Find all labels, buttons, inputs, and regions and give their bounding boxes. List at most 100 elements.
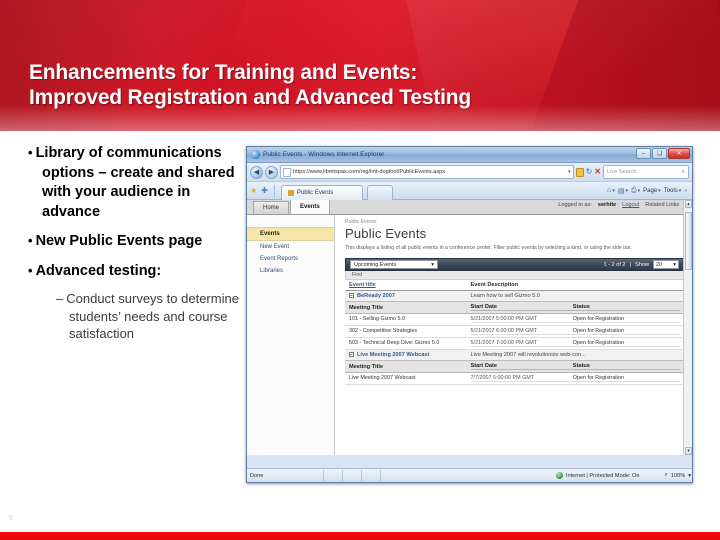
find-row[interactable]: Find: [345, 271, 684, 280]
row-inner-row: 5/21/2007 6:00:00 PM GMT Open for Regist…: [470, 328, 680, 335]
status-cell: Open for Registration: [572, 328, 680, 335]
events-table-body: − BeReady 2007 Learn how to sell Gizmo 5.…: [345, 290, 684, 385]
zoom-icon[interactable]: ⌕: [665, 472, 668, 479]
print-button[interactable]: ⎙ ▾: [631, 187, 640, 195]
sidebar-item-libraries[interactable]: Libraries: [247, 265, 334, 277]
tools-menu-label: Tools: [663, 187, 678, 194]
table-row[interactable]: 101 - Selling Gizmo 5.0 5/21/2007 5:00:0…: [345, 313, 684, 326]
collapse-icon[interactable]: −: [349, 352, 354, 358]
chevron-down-icon[interactable]: ▾: [688, 473, 691, 479]
column-header-event-title[interactable]: Event title: [345, 280, 467, 291]
start-date-cell: 5/21/2007 7:00:00 PM GMT: [470, 340, 573, 347]
show-label: Show: [635, 261, 649, 268]
result-count: 1 - 2 of 2: [603, 261, 626, 268]
row-inner-row: 5/21/2007 7:00:00 PM GMT Open for Regist…: [470, 340, 680, 347]
subheader-status: Status: [572, 363, 680, 370]
zoom-level[interactable]: 100%: [671, 473, 685, 479]
breadcrumb: Public Events: [345, 219, 377, 225]
forward-button[interactable]: ▶: [265, 165, 278, 179]
site-tab-home[interactable]: Home: [253, 201, 290, 214]
scroll-down-arrow-icon[interactable]: ▾: [685, 447, 692, 455]
group-name-cell[interactable]: − Live Meeting 2007 Webcast: [345, 349, 467, 361]
content-page-description: This displays a listing of all public ev…: [345, 245, 632, 251]
title-line-1: Enhancements for Training and Events:: [29, 61, 418, 84]
table-group-row[interactable]: − Live Meeting 2007 Webcast Live Meeting …: [345, 349, 684, 361]
related-links-label[interactable]: Related Links: [645, 202, 679, 208]
browser-status-bar: Done Internet | Protected Mode: On ⌕ 100…: [247, 468, 692, 482]
login-status-bar: Logged in as: serhite Logout Related Lin…: [558, 202, 688, 208]
show-count-select[interactable]: 20 ▾: [653, 260, 679, 269]
group-description-cell: Learn how to sell Gizmo 5.0: [466, 290, 684, 302]
site-tab-events[interactable]: Events: [290, 200, 330, 214]
sidebar-item-events[interactable]: Events: [247, 227, 334, 241]
bullet-text: New Public Events page: [35, 233, 203, 249]
collapse-icon[interactable]: −: [349, 293, 354, 299]
chevron-down-icon: ▾: [678, 187, 682, 194]
address-dropdown-icon[interactable]: ▾: [568, 169, 571, 175]
bullet-item-2: • New Public Events page: [28, 231, 243, 252]
logout-link[interactable]: Logout: [622, 202, 639, 208]
status-cell: Open for Registration: [572, 375, 680, 382]
start-date-cell: 7/7/2007 5:00:00 PM GMT: [470, 375, 573, 382]
row-inner-row: 7/7/2007 5:00:00 PM GMT Open for Registr…: [470, 375, 680, 382]
table-group-row[interactable]: − BeReady 2007 Learn how to sell Gizmo 5.…: [345, 290, 684, 302]
favorites-star-icon[interactable]: ★: [250, 186, 257, 195]
minimize-button[interactable]: –: [636, 148, 651, 159]
browser-tab-public-events[interactable]: Public Events: [280, 184, 363, 200]
chevron-down-icon: ▾: [625, 187, 629, 194]
page-vertical-scrollbar[interactable]: ▴ ▾: [683, 200, 692, 455]
search-box[interactable]: Live Search ⌕: [603, 165, 689, 179]
tools-menu-button[interactable]: Tools ▾: [664, 188, 682, 194]
row-inner-table: 5/21/2007 5:00:00 PM GMT Open for Regist…: [470, 316, 680, 323]
scroll-up-arrow-icon[interactable]: ▴: [685, 200, 692, 208]
print-icon: ⎙: [631, 186, 637, 194]
scrollbar-thumb[interactable]: [685, 212, 692, 270]
browser-navigation-bar: ◀ ▶ https://www.libmtspas.com/reg/lmt-do…: [247, 163, 692, 182]
page-menu-button[interactable]: Page ▾: [643, 188, 661, 194]
page-icon: [283, 167, 291, 177]
add-favorite-icon[interactable]: ✚: [261, 186, 268, 195]
table-row[interactable]: Live Meeting 2007 Webcast 7/7/2007 5:00:…: [345, 372, 684, 385]
meeting-details-cell: 5/21/2007 7:00:00 PM GMT Open for Regist…: [466, 337, 684, 350]
show-count-value: 20: [656, 261, 662, 268]
back-button[interactable]: ◀: [250, 165, 263, 179]
feeds-button[interactable]: ▤ ▾: [618, 187, 628, 195]
group-name-cell[interactable]: − BeReady 2007: [345, 290, 467, 302]
bullet-item-3: • Advanced testing:: [28, 261, 243, 282]
content-page-title: Public Events: [345, 226, 427, 241]
security-zone-text: Internet | Protected Mode: On: [565, 472, 640, 479]
bullet-item-1: • Library of communications options – cre…: [28, 143, 243, 222]
subheader-start-status: Start Date Status: [466, 360, 684, 373]
chevron-down-icon: ▾: [673, 261, 676, 268]
address-bar[interactable]: https://www.libmtspas.com/reg/lmt-dogtoo…: [280, 165, 574, 179]
sidebar-item-new-event[interactable]: New Event: [247, 241, 334, 253]
maximize-button[interactable]: ❑: [652, 148, 667, 159]
new-tab-button[interactable]: [366, 184, 393, 200]
main-content: Public Events Public Events This display…: [335, 215, 692, 455]
address-input[interactable]: https://www.libmtspas.com/reg/lmt-dogtoo…: [293, 169, 566, 175]
table-row[interactable]: 302 - Competitive Strategies 5/21/2007 6…: [345, 325, 684, 338]
table-row[interactable]: 503 - Technical Deep Dive: Gizmo 5.0 5/2…: [345, 337, 684, 350]
security-zone-area[interactable]: Internet | Protected Mode: On ⌕ 100% ▾: [555, 472, 691, 479]
bullet-marker: •: [28, 145, 33, 160]
internet-explorer-icon: [251, 150, 260, 159]
status-divider: [380, 469, 382, 482]
status-text: Done: [250, 472, 264, 479]
page-body: Events New Event Event Reports Libraries…: [247, 215, 692, 455]
back-arrow-icon: ◀: [253, 168, 260, 176]
search-input[interactable]: Live Search: [607, 169, 680, 175]
toolbar-overflow-icon[interactable]: »: [684, 188, 687, 194]
slide-number: 9: [9, 515, 13, 522]
stop-icon[interactable]: ✕: [594, 168, 601, 176]
close-button[interactable]: ✕: [668, 148, 690, 159]
search-icon[interactable]: ⌕: [682, 169, 685, 176]
refresh-icon[interactable]: ↻: [586, 168, 593, 176]
subheader-inner-row: Start Date Status: [470, 363, 680, 370]
home-button[interactable]: ⌂ ▾: [607, 187, 615, 194]
sidebar-item-event-reports[interactable]: Event Reports: [247, 253, 334, 265]
events-table-head: Event title Event Description: [345, 280, 684, 291]
event-filter-select[interactable]: Upcoming Events ▾: [350, 260, 438, 269]
filter-toolbar: Upcoming Events ▾ 1 - 2 of 2 | Show 20 ▾: [345, 258, 684, 271]
browser-title-bar: Public Events - Windows Internet Explore…: [247, 147, 692, 163]
home-icon: ⌂: [607, 187, 612, 194]
